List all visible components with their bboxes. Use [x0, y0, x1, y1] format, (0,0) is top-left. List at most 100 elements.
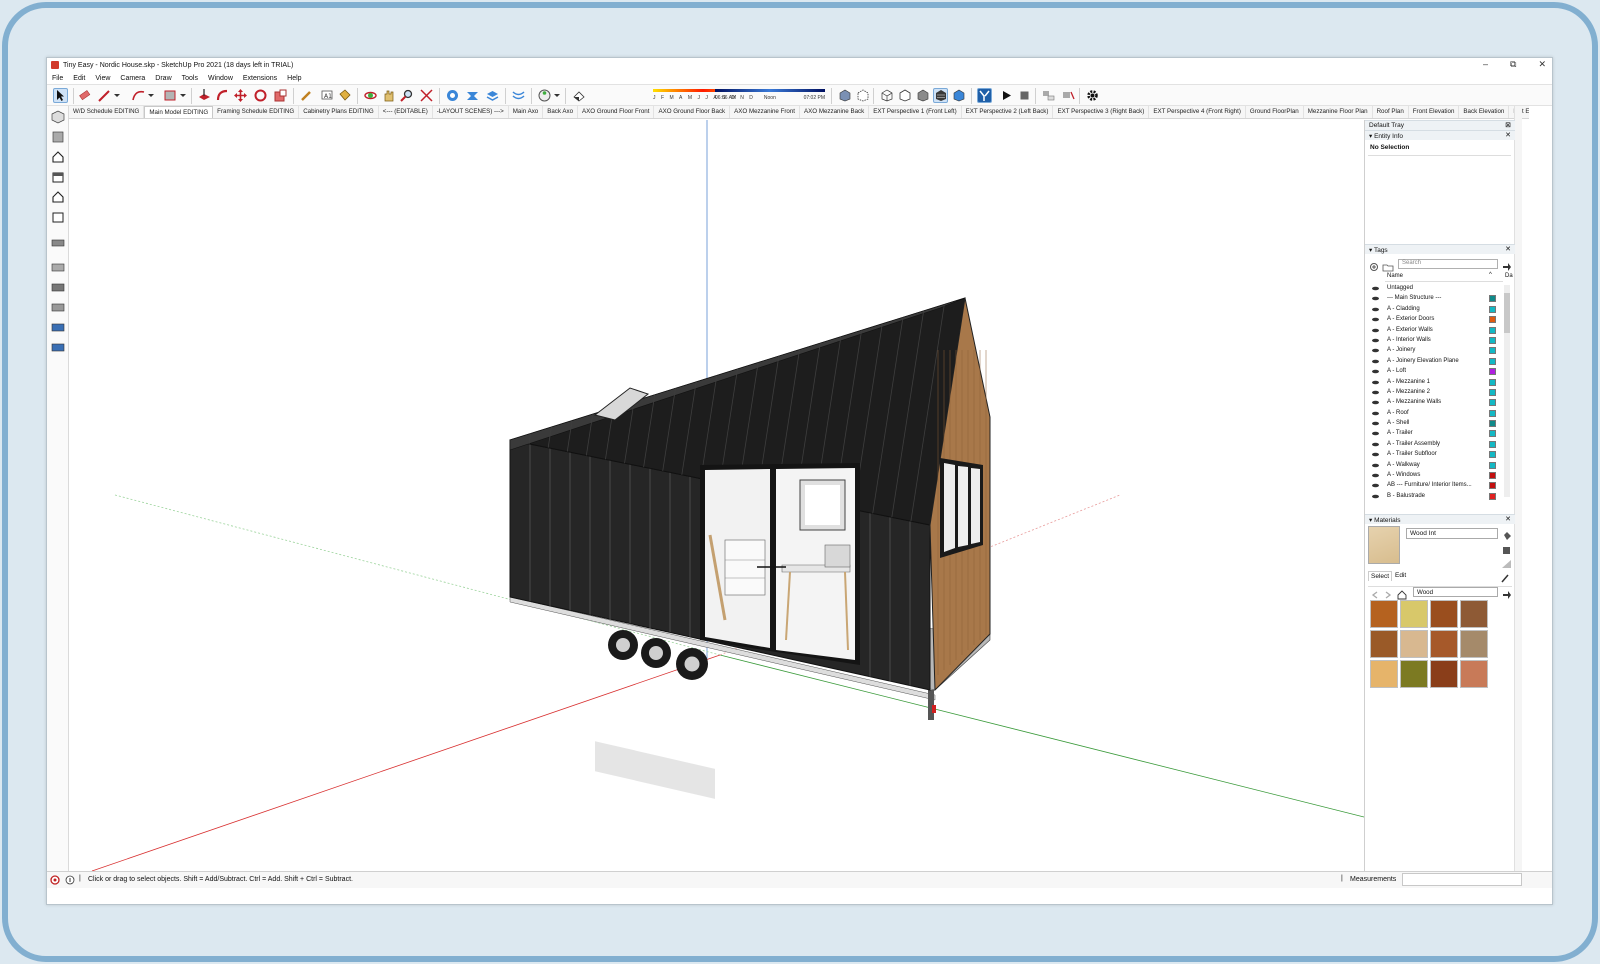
tags-header[interactable]: ▾ Tags ✕ — [1365, 244, 1515, 254]
scene-tab[interactable]: EXT Perspective 1 (Front Left) — [869, 106, 962, 118]
visibility-eye-icon[interactable] — [1372, 494, 1379, 499]
measurements-input[interactable] — [1402, 873, 1522, 886]
tag-color-swatch[interactable] — [1489, 440, 1496, 448]
tag-color-swatch[interactable] — [1489, 451, 1496, 459]
back-view-icon[interactable] — [51, 190, 65, 204]
scene-tab[interactable]: EXT Perspective 4 (Front Right) — [1149, 106, 1246, 118]
styles-tool-icon[interactable] — [537, 88, 552, 103]
close-icon[interactable]: ✕ — [1505, 515, 1511, 523]
tag-color-swatch[interactable] — [1489, 399, 1496, 407]
scene-tab[interactable]: Cabinetry Plans EDITING — [299, 106, 379, 118]
scene-tab[interactable]: AXO Mezzanine Front — [730, 106, 801, 118]
shadow-time-slider[interactable]: 06:06 AM Noon 07:02 PM — [715, 89, 825, 103]
component-browser-icon[interactable] — [1061, 88, 1076, 103]
visibility-eye-icon[interactable] — [1372, 328, 1379, 332]
scene-tab[interactable]: Back Axo — [543, 106, 579, 118]
hidden-line-icon[interactable] — [897, 88, 912, 103]
arc-tool-icon[interactable] — [131, 88, 146, 103]
right-view-icon[interactable] — [51, 170, 65, 184]
tag-color-swatch[interactable] — [1489, 378, 1496, 386]
scene-tab[interactable]: Ground FloorPlan — [1246, 106, 1304, 118]
visibility-eye-icon[interactable] — [1372, 380, 1379, 384]
tag-row[interactable]: A - Mezzanine 1 — [1369, 378, 1509, 388]
material-swatch[interactable] — [1460, 600, 1488, 628]
tag-row[interactable]: A - Shell — [1369, 419, 1509, 429]
tag-color-swatch[interactable] — [1489, 420, 1496, 428]
close-button[interactable]: ✕ — [1538, 59, 1546, 70]
close-icon[interactable]: ✕ — [1505, 245, 1511, 253]
tag-color-swatch[interactable] — [1489, 347, 1496, 355]
tag-row[interactable]: A - Trailer Subfloor — [1369, 450, 1509, 460]
settings-gear-icon[interactable] — [1085, 88, 1100, 103]
zoom-tool-icon[interactable] — [399, 88, 414, 103]
tags-column-header[interactable]: Name ^ — [1385, 271, 1503, 282]
visibility-eye-icon[interactable] — [1372, 349, 1379, 353]
visibility-eye-icon[interactable] — [1372, 338, 1379, 343]
visibility-eye-icon[interactable] — [1372, 401, 1379, 405]
tag-color-swatch[interactable] — [1489, 472, 1496, 480]
tag-row[interactable]: A - Walkway — [1369, 461, 1509, 471]
top-view-icon[interactable] — [51, 130, 65, 144]
model-viewport[interactable] — [70, 120, 1364, 871]
extension-warehouse-icon[interactable] — [465, 88, 480, 103]
tag-row[interactable]: A - Roof — [1369, 409, 1509, 419]
line-dropdown-icon[interactable] — [113, 88, 128, 103]
eraser-tool-icon[interactable] — [77, 88, 92, 103]
select-tool-icon[interactable] — [53, 88, 68, 103]
material-swatch[interactable] — [1430, 600, 1458, 628]
tag-color-swatch[interactable] — [1489, 295, 1496, 303]
scene-tab[interactable]: AXO Ground Floor Front — [578, 106, 655, 118]
add-tag-icon[interactable] — [1369, 259, 1379, 277]
viewport-scrollbar[interactable] — [1514, 106, 1522, 871]
visibility-eye-icon[interactable] — [1372, 307, 1379, 312]
materials-select-tab[interactable]: Select — [1368, 571, 1393, 581]
scene-tab[interactable]: EXT Perspective 3 (Right Back) — [1053, 106, 1150, 118]
visibility-eye-icon[interactable] — [1372, 453, 1379, 457]
move-tool-icon[interactable] — [233, 88, 248, 103]
scene-tab[interactable]: W/D Schedule EDITING — [69, 106, 145, 118]
paint-bucket-tool-icon[interactable] — [337, 88, 352, 103]
visibility-eye-icon[interactable] — [1372, 359, 1379, 363]
visibility-eye-icon[interactable] — [1372, 411, 1379, 415]
tag-row[interactable]: A - Mezzanine Walls — [1369, 398, 1509, 408]
tag-color-swatch[interactable] — [1489, 326, 1496, 334]
scene-tab[interactable]: Roof Plan — [1373, 106, 1409, 118]
tape-measure-tool-icon[interactable] — [299, 88, 314, 103]
view-option-icon[interactable] — [51, 340, 65, 354]
wireframe-icon[interactable] — [879, 88, 894, 103]
tag-color-swatch[interactable] — [1489, 336, 1496, 344]
shaded-textures-icon[interactable] — [933, 88, 948, 103]
tag-row[interactable]: A - Interior Walls — [1369, 336, 1509, 346]
view-option-icon[interactable] — [51, 320, 65, 334]
materials-edit-tab[interactable]: Edit — [1395, 572, 1406, 579]
section-plane-icon[interactable] — [977, 88, 992, 103]
material-name-input[interactable]: Wood Int — [1406, 528, 1498, 539]
view-option-icon[interactable] — [51, 260, 65, 274]
visibility-eye-icon[interactable] — [1372, 286, 1379, 291]
material-swatch[interactable] — [1370, 630, 1398, 658]
menu-camera[interactable]: Camera — [115, 75, 150, 82]
scene-tab[interactable]: Main Model EDITING — [144, 106, 214, 118]
tag-row[interactable]: A - Trailer Assembly — [1369, 440, 1509, 450]
tag-row[interactable]: A - Exterior Walls — [1369, 326, 1509, 336]
close-icon[interactable]: ✕ — [1505, 131, 1511, 139]
menu-extensions[interactable]: Extensions — [238, 75, 282, 82]
material-swatch[interactable] — [1460, 630, 1488, 658]
material-swatch[interactable] — [1400, 660, 1428, 688]
pencil-tool-icon[interactable] — [97, 88, 112, 103]
component-options-icon[interactable] — [1041, 88, 1056, 103]
menu-window[interactable]: Window — [203, 75, 238, 82]
scene-tab[interactable]: Main Axo — [509, 106, 544, 118]
section-view-icon[interactable] — [51, 236, 65, 250]
menu-file[interactable]: File — [47, 75, 68, 82]
visibility-eye-icon[interactable] — [1372, 369, 1379, 374]
tag-row[interactable]: Untagged — [1369, 284, 1509, 294]
details-arrow-icon[interactable] — [1502, 587, 1512, 605]
layers-extension-icon[interactable] — [485, 88, 500, 103]
tag-color-swatch[interactable] — [1489, 357, 1496, 365]
tag-row[interactable]: A - Windows — [1369, 471, 1509, 481]
orbit-tool-icon[interactable] — [363, 88, 378, 103]
menu-draw[interactable]: Draw — [150, 75, 176, 82]
tag-color-swatch[interactable] — [1489, 305, 1496, 313]
scene-tab[interactable]: -LAYOUT SCENES) ---> — [433, 106, 509, 118]
